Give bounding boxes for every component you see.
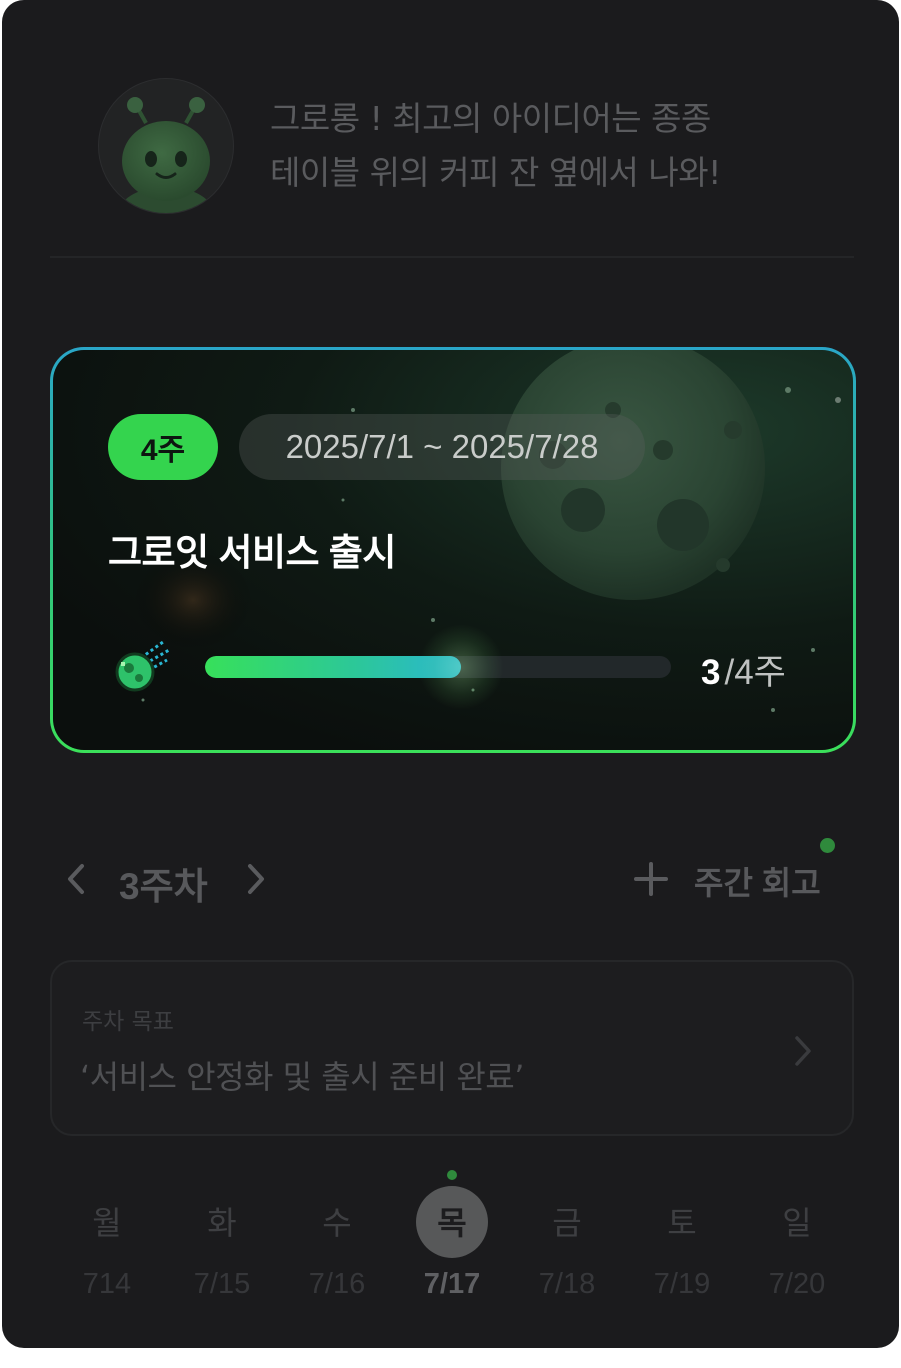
goal-title: 그로잇 서비스 출시 — [108, 532, 396, 573]
day-name: 금 — [552, 1204, 582, 1242]
day-date: 7/18 — [538, 1268, 596, 1300]
mascot-quote: 그로롱 ! 최고의 아이디어는 종종 테이블 위의 커피 잔 옆에서 나와! — [270, 92, 830, 200]
day-date: 7/19 — [653, 1268, 711, 1300]
chevron-right-icon[interactable] — [244, 862, 268, 896]
progress-current-week: 3 — [701, 653, 721, 692]
duration-badge: 4주 — [108, 414, 218, 480]
weekly-review-button[interactable]: 주간 회고 — [694, 858, 821, 904]
quote-line: 테이블 위의 커피 잔 옆에서 나와! — [270, 153, 721, 192]
day-name: 목 — [437, 1204, 467, 1242]
day-6[interactable]: 토 7/19 — [637, 1168, 727, 1318]
day-name: 일 — [782, 1204, 812, 1242]
day-7[interactable]: 일 7/20 — [752, 1168, 842, 1318]
goal-card-body: 4주 2025/7/1 ~ 2025/7/28 그로잇 서비스 출시 3/4주 — [53, 350, 853, 750]
day-name: 화 — [207, 1204, 237, 1242]
chevron-right-icon — [795, 1036, 811, 1066]
weekly-goal-label: 주차 목표 — [82, 1009, 174, 1035]
day-name: 월 — [92, 1204, 122, 1242]
day-date: 7/17 — [423, 1268, 481, 1300]
day-date: 7/15 — [193, 1268, 251, 1300]
date-range-badge: 2025/7/1 ~ 2025/7/28 — [239, 414, 645, 480]
day-5[interactable]: 금 7/18 — [522, 1168, 612, 1318]
progress-glow — [418, 624, 504, 710]
quote-line: 그로롱 ! 최고의 아이디어는 종종 — [270, 99, 711, 138]
day-1[interactable]: 월 714 — [62, 1168, 152, 1318]
weekly-goal-text: ‘서비스 안정화 및 출시 준비 완료’ — [80, 1058, 524, 1096]
progress-label: 3/4주 — [701, 644, 786, 695]
day-4[interactable]: 목 7/17 — [407, 1168, 497, 1318]
header-divider — [50, 256, 854, 258]
day-date: 7/16 — [308, 1268, 366, 1300]
day-date: 7/20 — [768, 1268, 826, 1300]
day-3[interactable]: 수 7/16 — [292, 1168, 382, 1318]
day-selector: 월 714 화 7/15 수 7/16 목 7/17 금 7/18 토 7/19 일 7/20 — [50, 1168, 854, 1318]
plus-icon[interactable] — [634, 862, 668, 896]
notification-dot — [820, 838, 835, 853]
weekly-goal-card[interactable]: 주차 목표 ‘서비스 안정화 및 출시 준비 완료’ — [50, 960, 854, 1136]
day-name: 토 — [667, 1204, 697, 1242]
alien-mascot-icon — [120, 97, 212, 213]
app-screen: 그로롱 ! 최고의 아이디어는 종종 테이블 위의 커피 잔 옆에서 나와! 4… — [2, 0, 899, 1348]
week-label: 3주차 — [119, 866, 208, 907]
day-date: 714 — [82, 1268, 132, 1300]
goal-card[interactable]: 4주 2025/7/1 ~ 2025/7/28 그로잇 서비스 출시 3/4주 — [50, 347, 856, 753]
progress-total: /4주 — [724, 653, 786, 692]
day-2[interactable]: 화 7/15 — [177, 1168, 267, 1318]
mascot-avatar — [98, 78, 234, 214]
chevron-left-icon[interactable] — [64, 862, 88, 896]
comet-icon — [115, 640, 170, 692]
day-name: 수 — [322, 1204, 352, 1242]
day-indicator-dot — [447, 1170, 457, 1180]
